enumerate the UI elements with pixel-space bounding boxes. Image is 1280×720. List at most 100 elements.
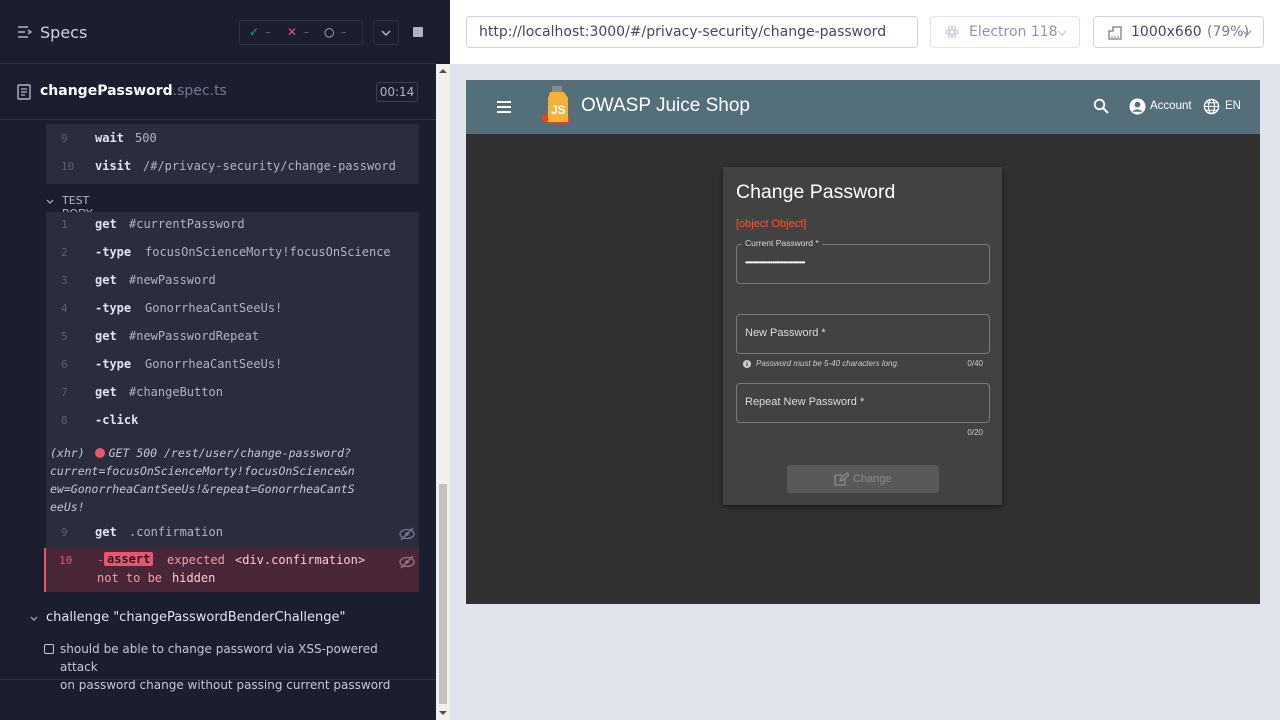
command-row[interactable]: 9 wait 500 [46, 126, 419, 154]
command-row[interactable]: 3 get #newPassword [46, 268, 419, 296]
specs-title[interactable]: Specs [40, 23, 87, 42]
xhr-log[interactable]: (xhr) GET 500 /rest/user/change-password?… [50, 444, 370, 516]
scroll-up-icon[interactable] [439, 67, 447, 75]
command-arg: #newPassword [129, 273, 216, 287]
info-icon [743, 360, 751, 368]
ruler-icon [1108, 26, 1122, 40]
command-name: -type [95, 357, 132, 371]
command-name: wait [95, 131, 124, 145]
command-number: 4 [61, 302, 68, 315]
command-arg: GonorrheaCantSeeUs! [145, 301, 283, 315]
command-row[interactable]: 7 get #changeButton [46, 380, 419, 408]
eye-off-icon[interactable] [399, 555, 415, 569]
command-arg: #currentPassword [129, 217, 245, 231]
viewport-info[interactable]: 1000x660 (79%) [1093, 16, 1264, 48]
command-row[interactable]: 1 get #currentPassword [46, 212, 419, 240]
current-password-field[interactable]: Current Password * •••••••••••••••••••••… [736, 238, 990, 284]
passed-count: ✓ – [249, 25, 271, 39]
reporter-scrollbar[interactable] [436, 64, 450, 720]
spec-duration: 00:14 [376, 82, 418, 102]
chevron-down-icon [30, 616, 38, 621]
edit-icon [834, 472, 849, 486]
assert-negation: not to be [97, 571, 163, 585]
account-button[interactable]: Account [1150, 100, 1192, 112]
change-button[interactable]: Change [787, 465, 939, 493]
command-row[interactable]: 9 get .confirmation [46, 520, 419, 548]
scroll-down-icon[interactable] [439, 709, 447, 717]
x-icon: ✕ [287, 25, 298, 39]
command-row[interactable]: 5 get #newPasswordRepeat [46, 324, 419, 352]
failed-assertion-row[interactable]: 10 - assert expected <div.confirmation> … [44, 548, 419, 592]
command-row[interactable]: 2 -type focusOnScienceMorty!focusOnScien… [46, 240, 419, 268]
command-name: get [95, 385, 117, 399]
pending-icon: ○ [324, 25, 335, 39]
url-bar[interactable]: http://localhost:3000/#/privacy-security… [466, 16, 918, 48]
command-row[interactable]: 4 -type GonorrheaCantSeeUs! [46, 296, 419, 324]
test-stats: ✓ – ✕ – ○ – [239, 20, 363, 45]
assert-expected: expected [167, 553, 225, 567]
command-row[interactable]: 10 visit /#/privacy-security/change-pass… [46, 154, 419, 182]
chevron-down-icon [46, 199, 54, 204]
auto-scroll-button[interactable] [373, 20, 399, 45]
spec-name-text: changePassword [40, 83, 173, 99]
command-number: 6 [61, 358, 68, 371]
chevron-down-icon [1057, 30, 1067, 36]
command-row[interactable]: 8 -click [46, 408, 419, 436]
repeat-hint: 0/20 [743, 428, 983, 440]
command-name: visit [95, 159, 132, 173]
check-icon: ✓ [249, 25, 260, 39]
globe-icon[interactable] [1203, 98, 1220, 115]
command-number: 8 [61, 414, 68, 427]
command-number: 10 [61, 160, 75, 173]
command-arg: /#/privacy-security/change-password [143, 159, 396, 173]
command-row[interactable]: 6 -type GonorrheaCantSeeUs! [46, 352, 419, 380]
failed-status-icon [94, 448, 105, 458]
command-number: 5 [61, 330, 68, 343]
juice-shop-logo[interactable]: JS [538, 84, 576, 128]
suite-title: challenge "changePasswordBenderChallenge… [46, 610, 346, 625]
chevron-down-icon [1242, 30, 1252, 36]
app-title[interactable]: OWASP Juice Shop [581, 95, 750, 117]
stop-button[interactable] [404, 20, 430, 45]
passed-value: – [265, 25, 272, 39]
command-number: 7 [61, 386, 68, 399]
search-icon[interactable] [1093, 98, 1109, 114]
failed-value: – [303, 25, 310, 39]
file-icon [17, 84, 31, 100]
test-item[interactable]: should be able to change password via XS… [44, 640, 414, 694]
eye-off-icon[interactable] [399, 527, 415, 541]
command-arg: 500 [135, 131, 157, 145]
account-icon[interactable] [1129, 98, 1146, 115]
error-message: [object Object] [736, 218, 807, 230]
specs-list-icon[interactable] [17, 24, 33, 40]
new-password-counter: 0/40 [967, 359, 983, 368]
reporter-header: Specs ✓ – ✕ – ○ – [0, 0, 436, 64]
cypress-reporter: Specs ✓ – ✕ – ○ – changePassword.spec.ts 00… [0, 0, 436, 720]
spec-filename[interactable]: changePassword.spec.ts [40, 83, 227, 99]
password-hint: Password must be 5-40 characters long. 0… [743, 359, 983, 371]
repeat-password-field[interactable]: Repeat New Password * [736, 383, 990, 423]
app-toolbar: JS OWASP Juice Shop Account EN [466, 80, 1260, 134]
command-name: get [95, 273, 117, 287]
assert-subject: <div.confirmation> [235, 553, 366, 567]
failed-count: ✕ – [287, 25, 309, 39]
viewport-size: 1000x660 [1131, 24, 1202, 40]
command-name: get [95, 329, 117, 343]
browser-selector[interactable]: Electron 118 [930, 16, 1080, 48]
language-button[interactable]: EN [1225, 100, 1241, 112]
current-password-value: ••••••••••••••••••••••••••••••••• [745, 258, 805, 267]
scrollbar-thumb[interactable] [439, 484, 447, 704]
spec-file-header: changePassword.spec.ts 00:14 [0, 64, 436, 120]
command-name: -type [95, 245, 132, 259]
xhr-url-cont: eeUs! [50, 500, 85, 514]
current-password-label: Current Password * [742, 238, 822, 248]
xhr-url-cont: ew=GonorrheaCantSeeUs!&repeat=GonorrheaC… [50, 482, 355, 496]
new-password-field[interactable]: New Password * [736, 314, 990, 354]
menu-icon[interactable] [496, 100, 512, 114]
command-number: 9 [61, 132, 68, 145]
command-arg: GonorrheaCantSeeUs! [145, 357, 283, 371]
assert-state: hidden [172, 571, 216, 585]
new-password-placeholder: New Password * [745, 327, 826, 339]
command-arg: .confirmation [129, 525, 223, 539]
hint-text: Password must be 5-40 characters long. [756, 359, 900, 368]
